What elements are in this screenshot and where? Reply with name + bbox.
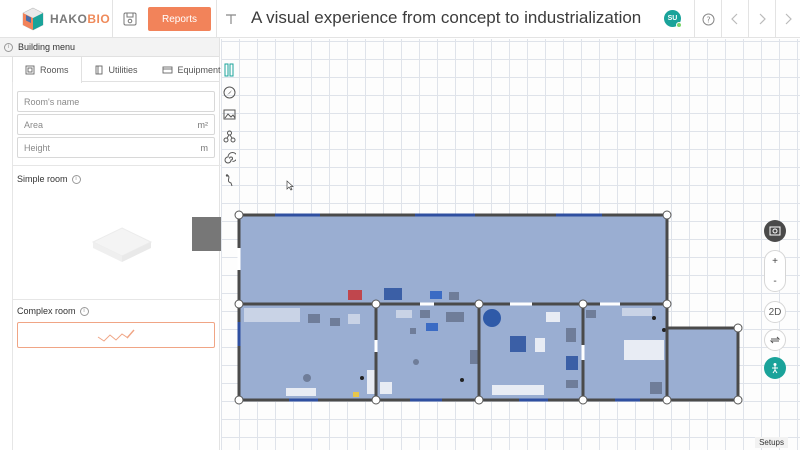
reports-button[interactable]: Reports [148, 7, 211, 31]
panel-header: i Building menu [0, 38, 219, 57]
room-main-hall[interactable] [239, 215, 667, 304]
tab-bar: Rooms Utilities Equipment [12, 57, 221, 83]
room-5[interactable] [667, 328, 738, 400]
draw-polyline-icon [97, 329, 135, 342]
height-input[interactable] [24, 142, 174, 153]
building-menu-panel: i Building menu Rooms Utilities Equipmen… [0, 38, 224, 450]
info-icon[interactable]: i [71, 174, 81, 184]
info-icon[interactable]: i [4, 42, 13, 52]
wall-tool-button[interactable] [221, 60, 237, 80]
save-button[interactable] [113, 0, 147, 38]
rotate-button[interactable] [764, 329, 786, 351]
svg-text:?: ? [706, 15, 710, 24]
equipment-icon [162, 66, 172, 73]
text-format-icon[interactable] [224, 12, 238, 26]
help-button[interactable]: ? [695, 0, 721, 38]
mouse-cursor-icon [286, 180, 294, 191]
next-step-button[interactable] [776, 0, 800, 38]
view-2d-toggle[interactable]: 2D [764, 301, 786, 323]
draw-complex-room-button[interactable] [17, 322, 215, 348]
page-title: A visual experience from concept to indu… [251, 8, 642, 27]
network-tool-button[interactable] [221, 126, 237, 146]
spiral-tool-button[interactable] [221, 148, 237, 168]
height-unit: m [200, 142, 209, 153]
room-name-input[interactable] [24, 96, 174, 107]
height-field[interactable]: m [17, 137, 215, 158]
drawing-toolbar [221, 60, 237, 192]
zoom-out-button[interactable]: - [773, 276, 776, 287]
rooms-form: m² m Simple room i Complex room i [12, 82, 224, 450]
save-icon [123, 12, 137, 25]
image-tool-button[interactable] [221, 104, 237, 124]
info-icon[interactable]: i [79, 306, 89, 316]
screenshot-button[interactable] [764, 220, 786, 242]
online-status-icon [676, 22, 682, 28]
image-edit-icon [223, 109, 235, 119]
avatar[interactable]: SU [664, 10, 682, 28]
panel-title: Building menu [18, 42, 76, 52]
area-unit: m² [197, 119, 209, 130]
wall-icon [224, 63, 234, 77]
floorplan-canvas[interactable] [221, 39, 800, 450]
forward-button[interactable] [749, 0, 775, 38]
chevron-right-icon [785, 13, 792, 25]
zoom-in-button[interactable]: + [772, 256, 778, 267]
logo: HAKOBIO [0, 0, 112, 38]
chevron-left-icon [731, 13, 738, 25]
walk-mode-button[interactable] [764, 357, 786, 379]
logo-text: HAKOBIO [50, 11, 111, 26]
floor-plan[interactable] [221, 39, 800, 450]
tab-rooms[interactable]: Rooms [12, 57, 82, 83]
area-field[interactable]: m² [17, 114, 215, 135]
path-icon [225, 173, 232, 186]
tab-utilities[interactable]: Utilities [82, 57, 150, 82]
compass-icon [223, 86, 235, 98]
network-icon [223, 130, 235, 142]
top-bar: HAKOBIO Reports A visual experience from… [0, 0, 800, 38]
zoom-control: + - [764, 250, 786, 292]
rooms-icon [25, 65, 35, 75]
room-name-field[interactable] [17, 91, 215, 112]
room-thumbnail[interactable] [192, 217, 224, 251]
area-input[interactable] [24, 119, 174, 130]
person-icon [772, 363, 778, 374]
spiral-icon [224, 151, 236, 163]
utilities-icon [95, 65, 102, 74]
simple-room-label: Simple room i [17, 174, 81, 184]
camera-icon [769, 226, 781, 236]
setups-button[interactable]: Setups [755, 437, 788, 448]
help-icon: ? [702, 13, 714, 25]
navigate-tool-button[interactable] [221, 82, 237, 102]
chevron-right-icon [759, 13, 766, 25]
path-tool-button[interactable] [221, 170, 237, 190]
rotate-icon [769, 336, 781, 344]
logo-cube-icon [22, 7, 44, 31]
simple-room-template[interactable] [87, 222, 157, 266]
complex-room-label: Complex room i [17, 306, 89, 316]
simple-room-preview-icon [91, 227, 153, 262]
back-button[interactable] [722, 0, 748, 38]
